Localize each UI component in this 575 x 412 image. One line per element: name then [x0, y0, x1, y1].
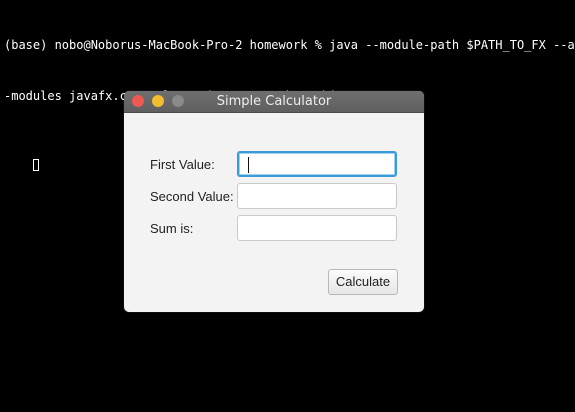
sum-output-field[interactable]	[237, 215, 397, 241]
window-titlebar[interactable]: Simple Calculator	[124, 91, 424, 113]
calculator-form: First Value: Second Value: Sum is: Calcu…	[124, 113, 424, 312]
second-value-input[interactable]	[237, 183, 397, 209]
terminal-line-1: (base) nobo@Noborus-MacBook-Pro-2 homewo…	[4, 38, 575, 52]
terminal-cursor	[32, 159, 39, 171]
sum-label: Sum is:	[150, 221, 194, 236]
calculate-button[interactable]: Calculate	[328, 269, 398, 295]
text-caret	[248, 157, 249, 173]
second-value-label: Second Value:	[150, 189, 234, 204]
simple-calculator-window: Simple Calculator First Value: Second Va…	[124, 91, 424, 312]
window-title: Simple Calculator	[216, 94, 332, 109]
first-value-label: First Value:	[150, 157, 215, 172]
first-value-input[interactable]	[237, 151, 397, 177]
